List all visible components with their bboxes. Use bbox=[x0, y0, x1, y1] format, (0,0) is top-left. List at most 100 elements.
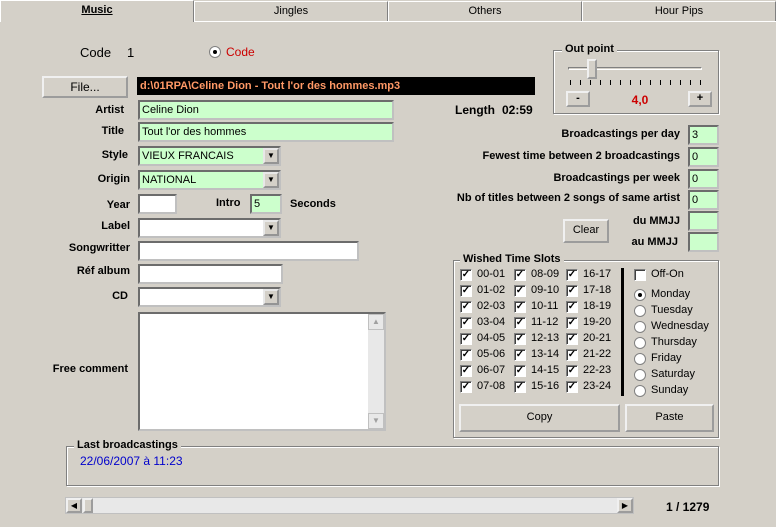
slots-divider bbox=[621, 268, 624, 396]
artist-field[interactable]: Celine Dion bbox=[138, 100, 394, 120]
slot-checkbox[interactable]: ✓ bbox=[460, 365, 472, 377]
day-radio[interactable] bbox=[634, 353, 646, 365]
slot-checkbox[interactable]: ✓ bbox=[514, 333, 526, 345]
au-field[interactable] bbox=[688, 232, 719, 252]
slot-label: 08-09 bbox=[531, 268, 560, 280]
tab-music[interactable]: Music bbox=[0, 0, 194, 22]
slot-label: 13-14 bbox=[531, 348, 560, 360]
file-button[interactable]: File... bbox=[42, 76, 128, 98]
day-label: Wednesday bbox=[651, 320, 709, 332]
chevron-down-icon[interactable]: ▼ bbox=[263, 289, 279, 305]
intro-label: Intro bbox=[216, 197, 241, 209]
scroll-right-icon[interactable]: ▶ bbox=[617, 498, 633, 513]
title-label: Title bbox=[101, 125, 124, 137]
slot-label: 05-06 bbox=[477, 348, 506, 360]
day-radio[interactable] bbox=[634, 369, 646, 381]
chevron-down-icon[interactable]: ▼ bbox=[263, 148, 279, 164]
style-select[interactable]: VIEUX FRANCAIS ▼ bbox=[138, 146, 281, 166]
ref-album-label: Réf album bbox=[76, 265, 130, 277]
songwriter-label: Songwritter bbox=[68, 242, 130, 254]
title-field[interactable]: Tout l'or des hommes bbox=[138, 122, 394, 142]
label-select[interactable]: ▼ bbox=[138, 218, 281, 238]
last-broadcast-value: 22/06/2007 à 11:23 bbox=[80, 454, 183, 468]
titles-between-field[interactable]: 0 bbox=[688, 190, 719, 210]
free-comment-scrollbar[interactable]: ▲ ▼ bbox=[368, 314, 384, 429]
slot-checkbox[interactable]: ✓ bbox=[460, 381, 472, 393]
scroll-down-icon[interactable]: ▼ bbox=[368, 413, 384, 429]
slots-title: Wished Time Slots bbox=[460, 253, 564, 265]
scroll-up-icon[interactable]: ▲ bbox=[368, 314, 384, 330]
outpoint-plus-button[interactable]: + bbox=[688, 91, 712, 107]
outpoint-title: Out point bbox=[562, 43, 617, 55]
slot-checkbox[interactable]: ✓ bbox=[460, 301, 472, 313]
slot-checkbox[interactable]: ✓ bbox=[566, 333, 578, 345]
slot-label: 06-07 bbox=[477, 364, 506, 376]
tab-jingles[interactable]: Jingles bbox=[194, 1, 388, 21]
slot-label: 11-12 bbox=[531, 316, 559, 328]
tab-others[interactable]: Others bbox=[388, 1, 582, 21]
songwriter-field[interactable] bbox=[138, 241, 359, 261]
chevron-down-icon[interactable]: ▼ bbox=[263, 220, 279, 236]
offon-checkbox[interactable] bbox=[634, 269, 646, 281]
day-radio[interactable] bbox=[634, 289, 646, 301]
per-week-field[interactable]: 0 bbox=[688, 169, 719, 189]
slot-checkbox[interactable]: ✓ bbox=[460, 269, 472, 281]
year-label: Year bbox=[106, 199, 130, 211]
day-label: Friday bbox=[651, 352, 682, 364]
slot-checkbox[interactable]: ✓ bbox=[566, 365, 578, 377]
slot-checkbox[interactable]: ✓ bbox=[514, 381, 526, 393]
slot-checkbox[interactable]: ✓ bbox=[514, 301, 526, 313]
slot-checkbox[interactable]: ✓ bbox=[460, 285, 472, 297]
cd-select[interactable]: ▼ bbox=[138, 287, 281, 307]
slot-checkbox[interactable]: ✓ bbox=[460, 333, 472, 345]
offon-label: Off-On bbox=[651, 268, 684, 280]
slot-checkbox[interactable]: ✓ bbox=[566, 349, 578, 361]
fewest-field[interactable]: 0 bbox=[688, 147, 719, 167]
slot-checkbox[interactable]: ✓ bbox=[566, 381, 578, 393]
slot-label: 18-19 bbox=[583, 300, 612, 312]
day-radio[interactable] bbox=[634, 337, 646, 349]
free-comment-textarea[interactable]: ▲ ▼ bbox=[138, 312, 386, 431]
length-label: Length bbox=[455, 103, 495, 117]
slot-label: 15-16 bbox=[531, 380, 560, 392]
ref-album-field[interactable] bbox=[138, 264, 283, 284]
slot-checkbox[interactable]: ✓ bbox=[460, 317, 472, 329]
record-pager: 1 / 1279 bbox=[666, 500, 710, 514]
day-radio[interactable] bbox=[634, 385, 646, 397]
slot-label: 01-02 bbox=[477, 284, 506, 296]
year-field[interactable] bbox=[138, 194, 177, 214]
scroll-left-icon[interactable]: ◀ bbox=[66, 498, 82, 513]
day-radio[interactable] bbox=[634, 321, 646, 333]
per-day-field[interactable]: 3 bbox=[688, 125, 719, 145]
slot-checkbox[interactable]: ✓ bbox=[566, 285, 578, 297]
slot-label: 20-21 bbox=[583, 332, 612, 344]
tab-hour-pips[interactable]: Hour Pips bbox=[582, 1, 776, 21]
outpoint-ticks bbox=[570, 80, 702, 85]
titles-between-label: Nb of titles between 2 songs of same art… bbox=[456, 192, 680, 204]
scroll-thumb[interactable] bbox=[83, 498, 93, 513]
du-field[interactable] bbox=[688, 211, 719, 231]
copy-button[interactable]: Copy bbox=[459, 404, 620, 432]
slot-checkbox[interactable]: ✓ bbox=[566, 317, 578, 329]
origin-select[interactable]: NATIONAL ▼ bbox=[138, 170, 281, 190]
chevron-down-icon[interactable]: ▼ bbox=[263, 172, 279, 188]
slot-checkbox[interactable]: ✓ bbox=[514, 365, 526, 377]
slot-checkbox[interactable]: ✓ bbox=[566, 301, 578, 313]
outpoint-slider-thumb[interactable] bbox=[587, 59, 597, 79]
outpoint-minus-button[interactable]: - bbox=[566, 91, 590, 107]
slot-label: 07-08 bbox=[477, 380, 506, 392]
slot-checkbox[interactable]: ✓ bbox=[514, 269, 526, 281]
artist-label: Artist bbox=[95, 104, 124, 116]
record-scrollbar[interactable]: ◀ ▶ bbox=[65, 497, 634, 514]
slot-checkbox[interactable]: ✓ bbox=[566, 269, 578, 281]
slot-label: 17-18 bbox=[583, 284, 612, 296]
slot-checkbox[interactable]: ✓ bbox=[514, 317, 526, 329]
paste-button[interactable]: Paste bbox=[625, 404, 714, 432]
intro-field[interactable]: 5 bbox=[250, 194, 282, 214]
code-radio[interactable] bbox=[209, 46, 221, 58]
slot-checkbox[interactable]: ✓ bbox=[514, 349, 526, 361]
day-radio[interactable] bbox=[634, 305, 646, 317]
day-label: Tuesday bbox=[651, 304, 693, 316]
slot-checkbox[interactable]: ✓ bbox=[460, 349, 472, 361]
slot-checkbox[interactable]: ✓ bbox=[514, 285, 526, 297]
